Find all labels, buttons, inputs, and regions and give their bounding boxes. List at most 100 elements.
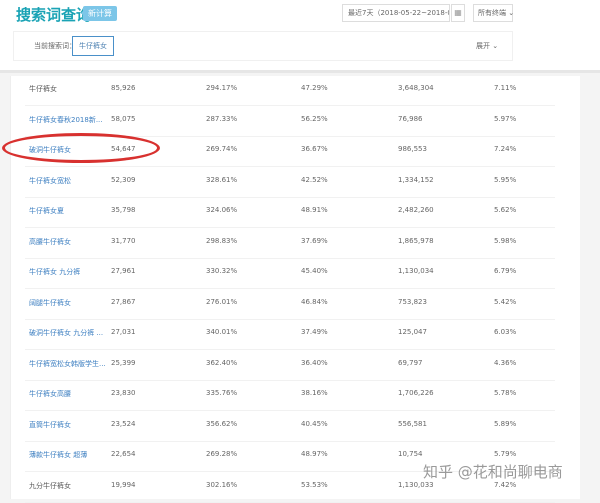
table-cell: 10,754 xyxy=(398,450,423,458)
table-cell: 330.32% xyxy=(206,267,238,275)
table-cell: 1,706,226 xyxy=(398,389,434,397)
table-cell: 7.11% xyxy=(494,84,517,92)
table-cell: 5.79% xyxy=(494,450,517,458)
table-cell: 125,047 xyxy=(398,328,427,336)
table-row: 破洞牛仔裤女 九分裤 ... 27,031 340.01% 37.49% 125,047… xyxy=(25,320,555,350)
table-cell: 85,926 xyxy=(111,84,136,92)
current-keyword-tag[interactable]: 牛仔裤女 xyxy=(72,36,114,56)
table-cell: 4.36% xyxy=(494,358,517,367)
table-cell: 48.97% xyxy=(301,450,328,458)
table-row: 牛仔裤女春秋2018新... 58,075 287.33% 56.25% 76,986 5… xyxy=(25,107,555,137)
table-cell: 27,961 xyxy=(111,267,136,275)
table-cell: 23,524 xyxy=(111,419,136,428)
expand-label: 展开 xyxy=(476,42,490,50)
table-cell: 76,986 xyxy=(398,114,423,123)
keyword-link[interactable]: 牛仔裤女夏 xyxy=(29,206,64,216)
table-cell: 42.52% xyxy=(301,175,328,184)
keyword-link[interactable]: 阔腿牛仔裤女 xyxy=(29,298,71,308)
keyword-link[interactable]: 破洞牛仔裤女 九分裤 ... xyxy=(29,328,103,338)
table-cell: 31,770 xyxy=(111,236,136,245)
table-cell: 3,648,304 xyxy=(398,84,434,92)
table-cell: 5.95% xyxy=(494,175,517,184)
table-row: 牛仔裤女 85,926 294.17% 47.29% 3,648,304 7.11% xyxy=(25,76,555,106)
table-cell: 69,797 xyxy=(398,358,423,367)
table-cell: 5.89% xyxy=(494,419,517,428)
table-cell: 302.16% xyxy=(206,480,238,489)
table-row: 牛仔裤女高腰 23,830 335.76% 38.16% 1,706,226 5.78% xyxy=(25,381,555,411)
table-cell: 5.78% xyxy=(494,389,517,397)
keyword-link[interactable]: 牛仔裤女春秋2018新... xyxy=(29,115,103,125)
table-cell: 36.40% xyxy=(301,358,328,367)
keyword-link[interactable]: 薄款牛仔裤女 超薄 xyxy=(29,450,87,460)
table-cell: 46.84% xyxy=(301,297,328,306)
table-cell: 37.49% xyxy=(301,328,328,336)
header-panel: 搜索词查询 新计算 最近7天（2018-05-22~2018-05-28） ▦ … xyxy=(0,0,600,73)
keyword-link[interactable]: 牛仔裤女宽松 xyxy=(29,176,71,186)
table-cell: 35,798 xyxy=(111,206,136,214)
current-keyword-label: 当前搜索词： xyxy=(34,42,76,50)
table-cell: 298.83% xyxy=(206,236,238,245)
table-cell: 27,867 xyxy=(111,297,136,306)
table-cell: 753,823 xyxy=(398,297,427,306)
table-cell: 45.40% xyxy=(301,267,328,275)
table-cell: 986,553 xyxy=(398,145,427,153)
table-cell: 5.98% xyxy=(494,236,517,245)
table-cell: 335.76% xyxy=(206,389,238,397)
chevron-down-icon: ⌄ xyxy=(508,9,515,17)
table-cell: 269.28% xyxy=(206,450,238,458)
table-cell: 1,130,034 xyxy=(398,267,434,275)
table-row: 牛仔裤女 九分裤 27,961 330.32% 45.40% 1,130,034 6.79… xyxy=(25,259,555,289)
table-cell: 7.24% xyxy=(494,145,517,153)
filter-bar: 当前搜索词： 牛仔裤女 展开 ⌄ xyxy=(13,31,513,61)
device-select[interactable]: 所有终端 ⌄ xyxy=(473,4,515,22)
date-range-picker[interactable]: 最近7天（2018-05-22~2018-05-28） xyxy=(342,4,450,22)
table-cell: 52,309 xyxy=(111,175,136,184)
table-cell: 287.33% xyxy=(206,114,238,123)
table-cell: 37.69% xyxy=(301,236,328,245)
calendar-icon[interactable]: ▦ xyxy=(451,4,465,22)
table-cell: 25,399 xyxy=(111,358,136,367)
table-cell: 6.79% xyxy=(494,267,517,275)
table-cell: 276.01% xyxy=(206,297,238,306)
table-cell: 556,581 xyxy=(398,419,427,428)
table-cell: 19,994 xyxy=(111,480,136,489)
table-cell: 38.16% xyxy=(301,389,328,397)
expand-button[interactable]: 展开 ⌄ xyxy=(476,41,498,51)
table-row: 高腰牛仔裤女 31,770 298.83% 37.69% 1,865,978 5.98% xyxy=(25,229,555,259)
table-cell: 2,482,260 xyxy=(398,206,434,214)
table-cell: 269.74% xyxy=(206,145,238,153)
keyword-link[interactable]: 牛仔裤女 九分裤 xyxy=(29,267,80,277)
table-cell: 294.17% xyxy=(206,84,238,92)
table-cell: 340.01% xyxy=(206,328,238,336)
table-cell: 58,075 xyxy=(111,114,136,123)
keyword-link[interactable]: 高腰牛仔裤女 xyxy=(29,237,71,247)
table-cell: 53.53% xyxy=(301,480,328,489)
table-cell: 47.29% xyxy=(301,84,328,92)
table-cell: 324.06% xyxy=(206,206,238,214)
chevron-down-icon: ⌄ xyxy=(492,42,499,50)
table-cell: 56.25% xyxy=(301,114,328,123)
table-row: 牛仔裤宽松女韩版学生... 25,399 362.40% 36.40% 69,797 4.… xyxy=(25,351,555,381)
highlight-circle xyxy=(2,133,160,163)
table-cell: 356.62% xyxy=(206,419,238,428)
table-cell: 36.67% xyxy=(301,145,328,153)
table-cell: 48.91% xyxy=(301,206,328,214)
keyword-link[interactable]: 九分牛仔裤女 xyxy=(29,481,71,491)
table-cell: 5.42% xyxy=(494,297,517,306)
table-cell: 6.03% xyxy=(494,328,517,336)
watermark: 知乎 @花和尚聊电商 xyxy=(423,463,563,481)
keyword-link[interactable]: 牛仔裤女高腰 xyxy=(29,389,71,399)
keyword-link[interactable]: 牛仔裤女 xyxy=(29,84,57,94)
keyword-link[interactable]: 牛仔裤宽松女韩版学生... xyxy=(29,359,105,369)
table-row: 牛仔裤女宽松 52,309 328.61% 42.52% 1,334,152 5.95% xyxy=(25,168,555,198)
table-row: 直筒牛仔裤女 23,524 356.62% 40.45% 556,581 5.89% xyxy=(25,412,555,442)
table-cell: 27,031 xyxy=(111,328,136,336)
table-cell: 40.45% xyxy=(301,419,328,428)
keyword-link[interactable]: 直筒牛仔裤女 xyxy=(29,420,71,430)
table-cell: 5.97% xyxy=(494,114,517,123)
table-cell: 328.61% xyxy=(206,175,238,184)
table-row: 牛仔裤女夏 35,798 324.06% 48.91% 2,482,260 5.62% xyxy=(25,198,555,228)
table-cell: 23,830 xyxy=(111,389,136,397)
table-cell: 1,865,978 xyxy=(398,236,434,245)
table-row: 阔腿牛仔裤女 27,867 276.01% 46.84% 753,823 5.42% xyxy=(25,290,555,320)
